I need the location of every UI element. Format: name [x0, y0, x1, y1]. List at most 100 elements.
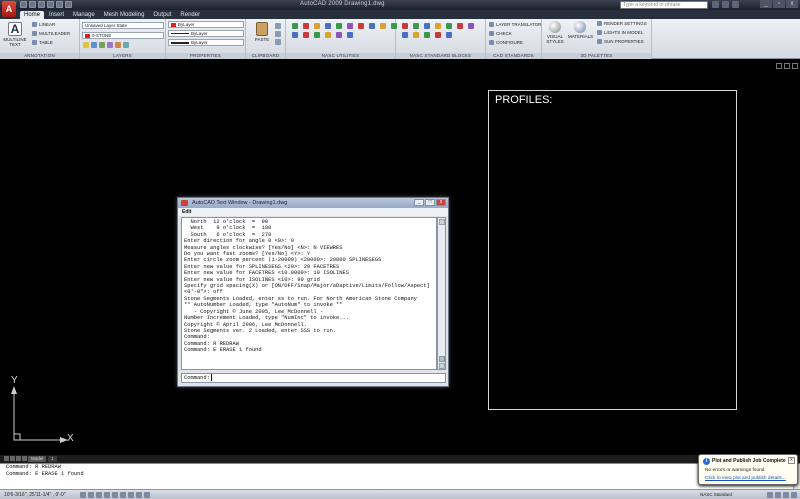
new-icon[interactable]	[20, 1, 27, 8]
nasc-tool-5-icon[interactable]	[336, 23, 342, 29]
layer-lock-icon[interactable]	[99, 42, 105, 48]
lock-icon[interactable]	[783, 492, 789, 498]
block-4-icon[interactable]	[435, 23, 441, 29]
block-7-icon[interactable]	[468, 23, 474, 29]
nasc-tool-15-icon[interactable]	[336, 32, 342, 38]
redo-icon[interactable]	[56, 1, 63, 8]
layer-translator-button[interactable]: LAYER TRANSLATOR	[489, 22, 541, 28]
text-window-command-input[interactable]: Command:	[181, 373, 446, 383]
lights-in-model-button[interactable]: LIGHTS IN MODEL	[597, 30, 643, 36]
grid-icon[interactable]	[88, 492, 94, 498]
next-layout-icon[interactable]	[16, 456, 21, 461]
command-history[interactable]: North 12 o'clock = 90 West 9 o'clock = 1…	[181, 217, 437, 370]
block-9-icon[interactable]	[413, 32, 419, 38]
ducs-icon[interactable]	[128, 492, 134, 498]
nasc-tool-12-icon[interactable]	[303, 32, 309, 38]
visual-styles-button[interactable]: VISUAL STYLES	[544, 21, 566, 44]
layers-panel-label[interactable]: LAYERS	[80, 53, 165, 59]
nasc-tool-11-icon[interactable]	[292, 32, 298, 38]
text-window-close-button[interactable]: x	[436, 199, 446, 206]
workspace-icon[interactable]	[775, 492, 781, 498]
nasc-standard-blocks-panel-label[interactable]: NASC STANDARD BLOCKS	[396, 53, 485, 59]
nasc-tool-14-icon[interactable]	[325, 32, 331, 38]
notification-close-button[interactable]: x	[788, 457, 795, 464]
annotation-scale[interactable]: NASC Standard	[700, 491, 732, 499]
properties-panel-label[interactable]: PROPERTIES	[166, 53, 245, 59]
configure-button[interactable]: CONFIGURE	[489, 40, 523, 46]
tab-home[interactable]: Home	[20, 11, 45, 19]
ortho-icon[interactable]	[96, 492, 102, 498]
nasc-tool-6-icon[interactable]	[347, 23, 353, 29]
layer-freeze-icon[interactable]	[91, 42, 97, 48]
block-3-icon[interactable]	[424, 23, 430, 29]
layer-state-dropdown[interactable]: Unsaved Layer State	[82, 22, 164, 29]
first-layout-icon[interactable]	[4, 456, 9, 461]
layer-match-icon[interactable]	[123, 42, 129, 48]
tab-render[interactable]: Render	[176, 11, 204, 19]
last-layout-icon[interactable]	[22, 456, 27, 461]
nasc-tool-7-icon[interactable]	[358, 23, 364, 29]
application-menu-button[interactable]: A	[2, 1, 16, 17]
otrack-icon[interactable]	[120, 492, 126, 498]
drawing-minimize-button[interactable]	[776, 63, 782, 69]
nasc-tool-16-icon[interactable]	[347, 32, 353, 38]
block-1-icon[interactable]	[402, 23, 408, 29]
multileader-button[interactable]: MULTILEADER	[32, 31, 70, 37]
multiline-text-button[interactable]: A MULTILINE TEXT	[3, 22, 27, 47]
save-icon[interactable]	[38, 1, 45, 8]
nasc-tool-1-icon[interactable]	[292, 23, 298, 29]
cad-standards-panel-label[interactable]: CAD STANDARDS	[486, 53, 541, 59]
cut-icon[interactable]	[275, 23, 281, 29]
tab-mesh-modeling[interactable]: Mesh Modeling	[100, 11, 149, 19]
polar-icon[interactable]	[104, 492, 110, 498]
tab-output[interactable]: Output	[149, 11, 175, 19]
annotation-visibility-icon[interactable]	[767, 492, 773, 498]
nasc-tool-8-icon[interactable]	[369, 23, 375, 29]
paste-button[interactable]: PASTE	[252, 22, 272, 42]
plot-icon[interactable]	[65, 1, 72, 8]
block-8-icon[interactable]	[402, 32, 408, 38]
text-window-minimize-button[interactable]: _	[414, 199, 424, 206]
nasc-tool-4-icon[interactable]	[325, 23, 331, 29]
render-settings-button[interactable]: RENDER SETTINGS	[597, 21, 647, 27]
nasc-tool-9-icon[interactable]	[380, 23, 386, 29]
drawing-close-button[interactable]	[792, 63, 798, 69]
open-icon[interactable]	[29, 1, 36, 8]
minimize-button[interactable]: _	[760, 0, 772, 8]
drawing-restore-button[interactable]	[784, 63, 790, 69]
text-window-title-bar[interactable]: AutoCAD Text Window - Drawing1.dwg _ □ x	[178, 198, 448, 208]
tab-model[interactable]: Model	[28, 456, 47, 462]
tab-layout-1[interactable]: 1	[48, 456, 57, 462]
lineweight-icon[interactable]	[144, 492, 150, 498]
nasc-utilities-panel-label[interactable]: NASC UTILITIES	[286, 53, 395, 59]
match-properties-icon[interactable]	[275, 39, 281, 45]
check-button[interactable]: CHECK	[489, 31, 512, 37]
copy-icon[interactable]	[275, 31, 281, 37]
layer-on-icon[interactable]	[83, 42, 89, 48]
osnap-icon[interactable]	[112, 492, 118, 498]
favorites-icon[interactable]	[722, 1, 729, 8]
block-2-icon[interactable]	[413, 23, 419, 29]
communication-center-icon[interactable]	[712, 1, 719, 8]
maximize-button[interactable]: ▫	[773, 0, 785, 8]
block-11-icon[interactable]	[435, 32, 441, 38]
text-window-maximize-button[interactable]: □	[425, 199, 435, 206]
linetype-dropdown[interactable]: ByLayer	[168, 30, 244, 37]
snap-icon[interactable]	[80, 492, 86, 498]
dyn-icon[interactable]	[136, 492, 142, 498]
search-input[interactable]: Type a keyword or phrase	[620, 1, 708, 9]
color-dropdown[interactable]: ByLayer	[168, 21, 244, 28]
table-button[interactable]: TABLE	[32, 40, 53, 46]
block-6-icon[interactable]	[457, 23, 463, 29]
nasc-tool-2-icon[interactable]	[303, 23, 309, 29]
materials-button[interactable]: MATERIALS	[568, 21, 593, 39]
block-10-icon[interactable]	[424, 32, 430, 38]
tab-manage[interactable]: Manage	[69, 11, 99, 19]
help-icon[interactable]	[732, 1, 739, 8]
block-5-icon[interactable]	[446, 23, 452, 29]
layer-isolate-icon[interactable]	[115, 42, 121, 48]
tab-insert[interactable]: Insert	[45, 11, 68, 19]
annotation-panel-label[interactable]: ANNOTATION	[0, 53, 79, 59]
scroll-thumb[interactable]	[439, 356, 445, 362]
close-button[interactable]: x	[786, 0, 798, 8]
